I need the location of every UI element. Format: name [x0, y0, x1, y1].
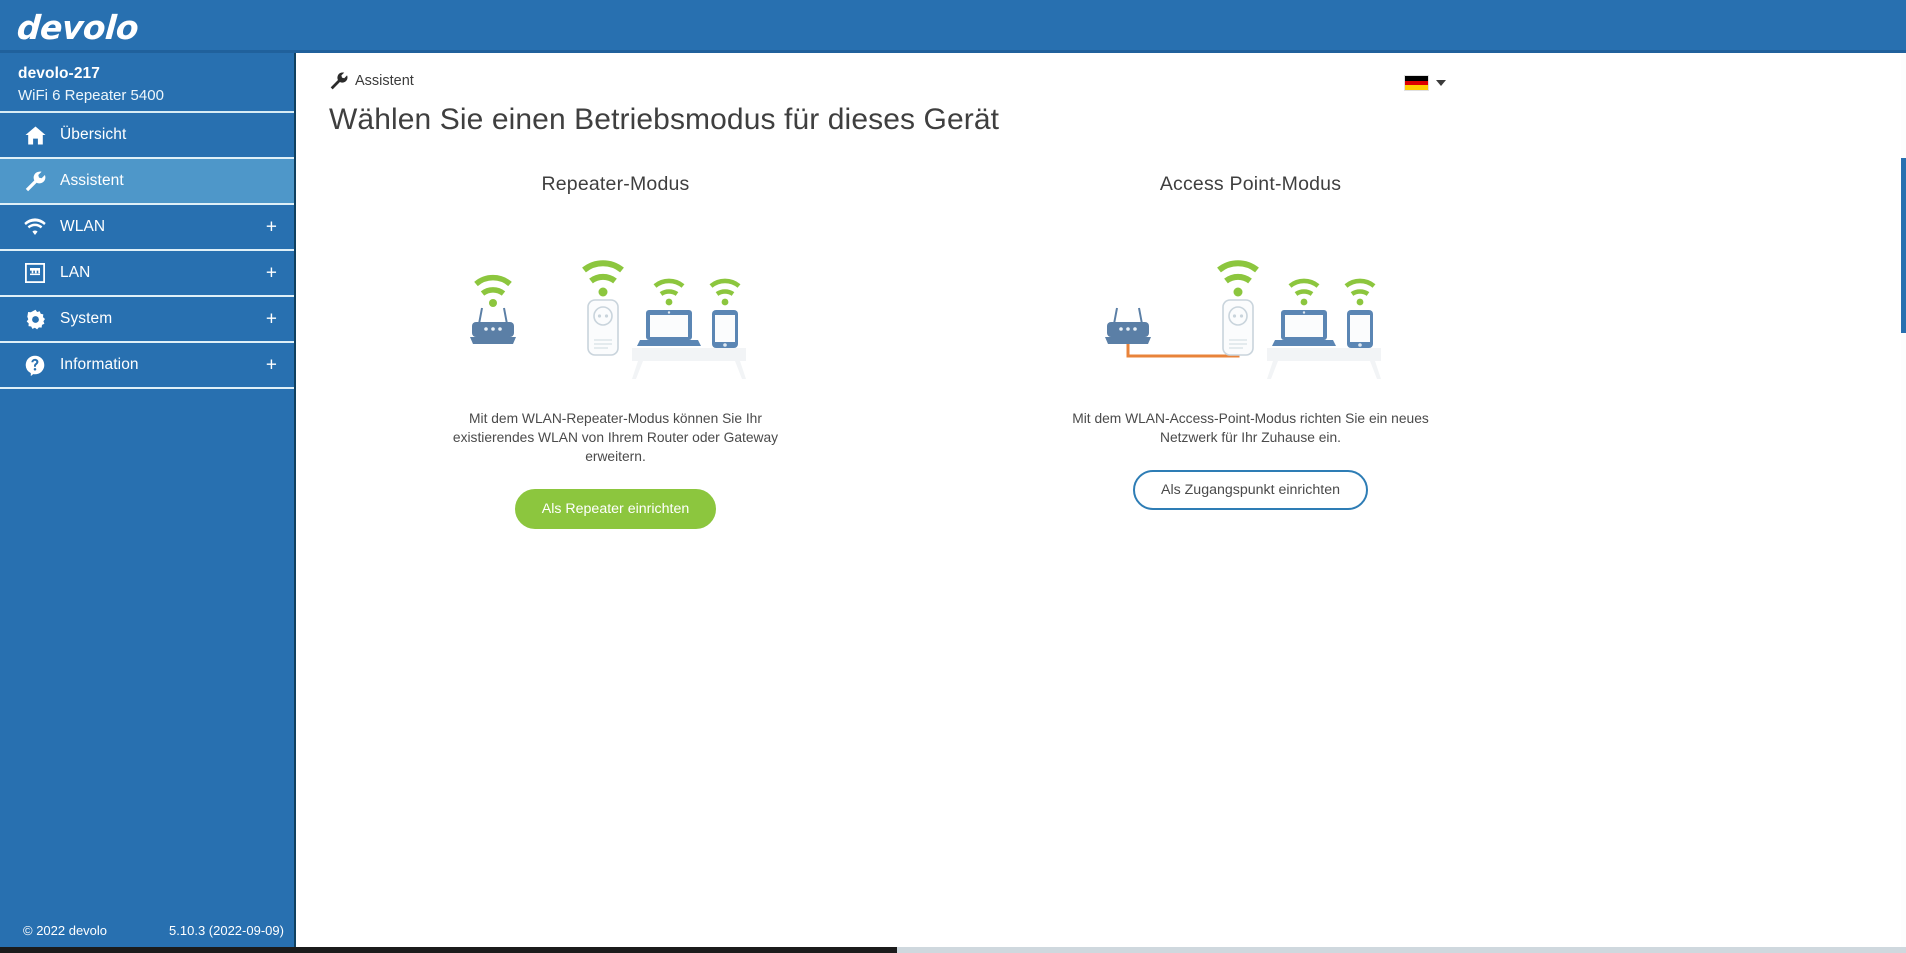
wrench-icon — [24, 170, 46, 192]
breadcrumb-label: Assistent — [355, 73, 414, 89]
home-icon — [24, 124, 46, 146]
sidebar-expander[interactable]: + — [266, 264, 277, 283]
top-brand-bar: devolo — [0, 0, 1906, 53]
device-info: devolo-217 WiFi 6 Repeater 5400 — [0, 53, 294, 113]
page-title: Wählen Sie einen Betriebsmodus für diese… — [329, 103, 1000, 136]
router-graphic — [1104, 307, 1151, 344]
sidebar-expander[interactable]: + — [266, 218, 277, 237]
breadcrumb: Assistent — [330, 72, 414, 90]
flag-de-icon — [1404, 75, 1429, 91]
mode-card-access-point: Access Point-Modus Mit dem WLAN-Access-P… — [933, 173, 1568, 529]
sidebar-item-label: WLAN — [60, 218, 106, 235]
mode-description: Mit dem WLAN-Access-Point-Modus richten … — [1072, 411, 1429, 445]
main-content: Assistent Wählen Sie einen Betriebsmodus… — [298, 53, 1906, 953]
horizontal-scrollbar[interactable] — [0, 947, 1906, 953]
vertical-scrollbar[interactable] — [1901, 53, 1906, 953]
gear-icon — [24, 308, 46, 330]
setup-repeater-button[interactable]: Als Repeater einrichten — [514, 489, 717, 529]
device-name: devolo-217 — [18, 65, 100, 82]
mode-selection: Repeater-Modus Mit dem WLAN-Repeater-Mod… — [298, 173, 1568, 529]
sidebar-item-label: LAN — [60, 264, 91, 281]
sidebar-item-information[interactable]: Information + — [0, 343, 294, 389]
language-selector[interactable] — [1404, 75, 1446, 91]
devices-table-graphic — [1266, 278, 1381, 379]
horizontal-scrollbar-thumb[interactable] — [897, 947, 1906, 953]
mode-description: Mit dem WLAN-Repeater-Modus können Sie I… — [452, 411, 779, 464]
sidebar-item-lan[interactable]: LAN + — [0, 251, 294, 297]
sidebar: devolo-217 WiFi 6 Repeater 5400 Übersich… — [0, 53, 296, 953]
sidebar-expander[interactable]: + — [266, 356, 277, 375]
adapter-graphic — [581, 259, 624, 356]
adapter-graphic — [1216, 259, 1259, 356]
firmware-version: 5.10.3 (2022-09-09) — [169, 922, 284, 938]
sidebar-item-label: Assistent — [60, 172, 124, 189]
chevron-down-icon — [1436, 80, 1446, 86]
sidebar-item-wlan[interactable]: WLAN + — [0, 205, 294, 251]
sidebar-item-assistent[interactable]: Assistent — [0, 159, 294, 205]
sidebar-item-label: Information — [60, 356, 139, 373]
device-model: WiFi 6 Repeater 5400 — [18, 87, 164, 104]
browser-page: devolo devolo-217 WiFi 6 Repeater 5400 Ü… — [0, 0, 1906, 953]
mode-title: Access Point-Modus — [1159, 173, 1342, 195]
wrench-icon — [330, 72, 348, 90]
sidebar-item-uebersicht[interactable]: Übersicht — [0, 113, 294, 159]
access-point-mode-illustration — [933, 224, 1568, 409]
repeater-mode-illustration — [298, 224, 933, 409]
setup-access-point-button[interactable]: Als Zugangspunkt einrichten — [1132, 470, 1369, 510]
sidebar-item-system[interactable]: System + — [0, 297, 294, 343]
devolo-logo: devolo — [15, 8, 140, 47]
copyright-text: © 2022 devolo — [23, 922, 108, 938]
sidebar-item-label: System — [60, 310, 113, 327]
ethernet-cable — [1126, 343, 1239, 357]
mode-title: Repeater-Modus — [541, 173, 690, 195]
mode-card-repeater: Repeater-Modus Mit dem WLAN-Repeater-Mod… — [298, 173, 933, 529]
router-graphic — [469, 274, 516, 344]
vertical-scrollbar-thumb[interactable] — [1901, 158, 1906, 333]
devices-table-graphic — [631, 278, 746, 379]
wifi-icon — [24, 216, 46, 238]
sidebar-expander[interactable]: + — [266, 310, 277, 329]
ethernet-icon — [24, 262, 46, 284]
sidebar-item-label: Übersicht — [60, 126, 127, 143]
help-icon — [24, 354, 46, 376]
